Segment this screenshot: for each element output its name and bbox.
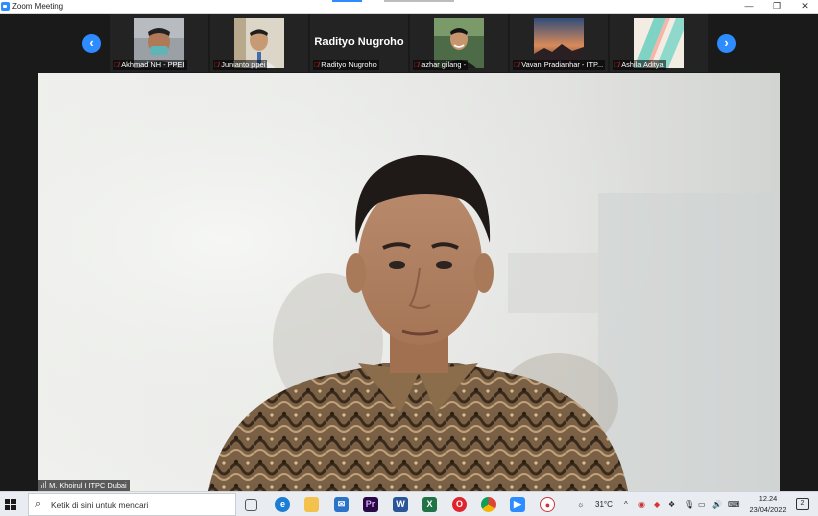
participant-tile[interactable]: 🎙̸ Akhmad NH - PPEI bbox=[110, 14, 208, 72]
participant-tile[interactable]: 🎙̸ Ashila Aditya bbox=[610, 14, 708, 72]
weather-temperature[interactable]: 31°C bbox=[595, 492, 613, 516]
zoom-taskbar-icon[interactable]: ▶ bbox=[510, 497, 525, 512]
notification-center-icon[interactable]: 2 bbox=[796, 498, 809, 510]
taskbar-clock[interactable]: 12.24 23/04/2022 bbox=[746, 493, 790, 515]
signal-strength-icon bbox=[41, 481, 47, 490]
windows-taskbar: ⌕ Ketik di sini untuk mencari e ✉ Pr W X… bbox=[0, 491, 818, 516]
show-hidden-icons-chevron-icon[interactable]: ^ bbox=[624, 492, 628, 516]
mail-icon[interactable]: ✉ bbox=[334, 497, 349, 512]
maximize-button[interactable]: ❐ bbox=[762, 0, 792, 14]
word-icon[interactable]: W bbox=[393, 497, 408, 512]
active-speaker-video bbox=[38, 73, 780, 491]
speaker-figure bbox=[38, 73, 780, 491]
task-view-icon[interactable] bbox=[245, 499, 257, 511]
keyboard-icon[interactable]: ⌨ bbox=[728, 492, 740, 516]
volume-icon[interactable]: 🔊 bbox=[712, 492, 722, 516]
participant-tile[interactable]: 🎙̸ azhar gilang - bbox=[410, 14, 508, 72]
participant-strip: ‹ 🎙̸ Akhmad NH - PPEI 🎙̸ Junianto ppei R… bbox=[0, 14, 818, 73]
participant-video-off-name: Radityo Nugroho bbox=[314, 36, 404, 48]
search-icon: ⌕ bbox=[35, 498, 42, 510]
tray-app-icon[interactable]: ◉ bbox=[638, 492, 645, 516]
mic-muted-icon: 🎙̸ bbox=[314, 62, 320, 69]
minimize-button[interactable]: — bbox=[734, 0, 764, 14]
excel-icon[interactable]: X bbox=[422, 497, 437, 512]
title-bar: Zoom Meeting — ❐ ✕ bbox=[0, 0, 818, 14]
mic-muted-icon: 🎙̸ bbox=[114, 62, 120, 69]
participant-tile[interactable]: 🎙̸ Vavan Pradianhar - ITP... bbox=[510, 14, 608, 72]
battery-icon[interactable]: ▭ bbox=[698, 492, 706, 516]
file-explorer-icon[interactable] bbox=[304, 497, 319, 512]
app-taskbar-icon[interactable]: ● bbox=[540, 497, 555, 512]
participant-name-label: 🎙̸ Radityo Nugroho bbox=[313, 60, 379, 70]
next-page-button[interactable]: › bbox=[717, 34, 736, 53]
participant-name-label: 🎙̸ Akhmad NH - PPEI bbox=[113, 60, 187, 70]
participant-name-label: 🎙̸ Ashila Aditya bbox=[613, 60, 666, 70]
weather-icon[interactable]: ☼ bbox=[577, 492, 584, 516]
participant-name-label: 🎙̸ azhar gilang - bbox=[413, 60, 469, 70]
mic-muted-icon: 🎙̸ bbox=[614, 62, 620, 69]
participant-tile[interactable]: Radityo Nugroho 🎙̸ Radityo Nugroho bbox=[310, 14, 408, 72]
participant-name-label: 🎙̸ Vavan Pradianhar - ITP... bbox=[513, 60, 606, 70]
close-button[interactable]: ✕ bbox=[790, 0, 818, 14]
zoom-app-icon bbox=[1, 2, 10, 11]
windows-start-button[interactable] bbox=[5, 499, 17, 511]
premiere-pro-icon[interactable]: Pr bbox=[363, 497, 378, 512]
edge-browser-icon[interactable]: e bbox=[275, 497, 290, 512]
microphone-icon[interactable]: 🎙 bbox=[684, 492, 694, 516]
clock-date: 23/04/2022 bbox=[749, 505, 787, 514]
notification-count: 2 bbox=[800, 500, 805, 507]
participant-name-label: 🎙̸ Junianto ppei bbox=[213, 60, 268, 70]
mic-muted-icon: 🎙̸ bbox=[214, 62, 220, 69]
opera-browser-icon[interactable]: O bbox=[452, 497, 467, 512]
mic-muted-icon: 🎙̸ bbox=[414, 62, 420, 69]
title-drag-indicator-secondary bbox=[384, 0, 454, 2]
mic-muted-icon: 🎙̸ bbox=[514, 62, 520, 69]
active-speaker-name-label: M. Khoirul I ITPC Dubai bbox=[38, 480, 130, 491]
previous-page-button[interactable]: ‹ bbox=[82, 34, 101, 53]
clock-time: 12.24 bbox=[758, 494, 778, 503]
participant-tile[interactable]: 🎙̸ Junianto ppei bbox=[210, 14, 308, 72]
dropbox-icon[interactable]: ❖ bbox=[668, 492, 675, 516]
chrome-browser-icon[interactable] bbox=[481, 497, 496, 512]
title-drag-indicator bbox=[332, 0, 362, 2]
tray-antivirus-icon[interactable]: ◆ bbox=[654, 492, 660, 516]
zoom-meeting-window: Zoom Meeting — ❐ ✕ ‹ 🎙̸Akhmad NH - PPEI bbox=[0, 0, 818, 516]
search-placeholder: Ketik di sini untuk mencari bbox=[51, 500, 149, 510]
taskbar-search-box[interactable]: ⌕ Ketik di sini untuk mencari bbox=[28, 493, 236, 516]
window-title: Zoom Meeting bbox=[12, 2, 64, 11]
